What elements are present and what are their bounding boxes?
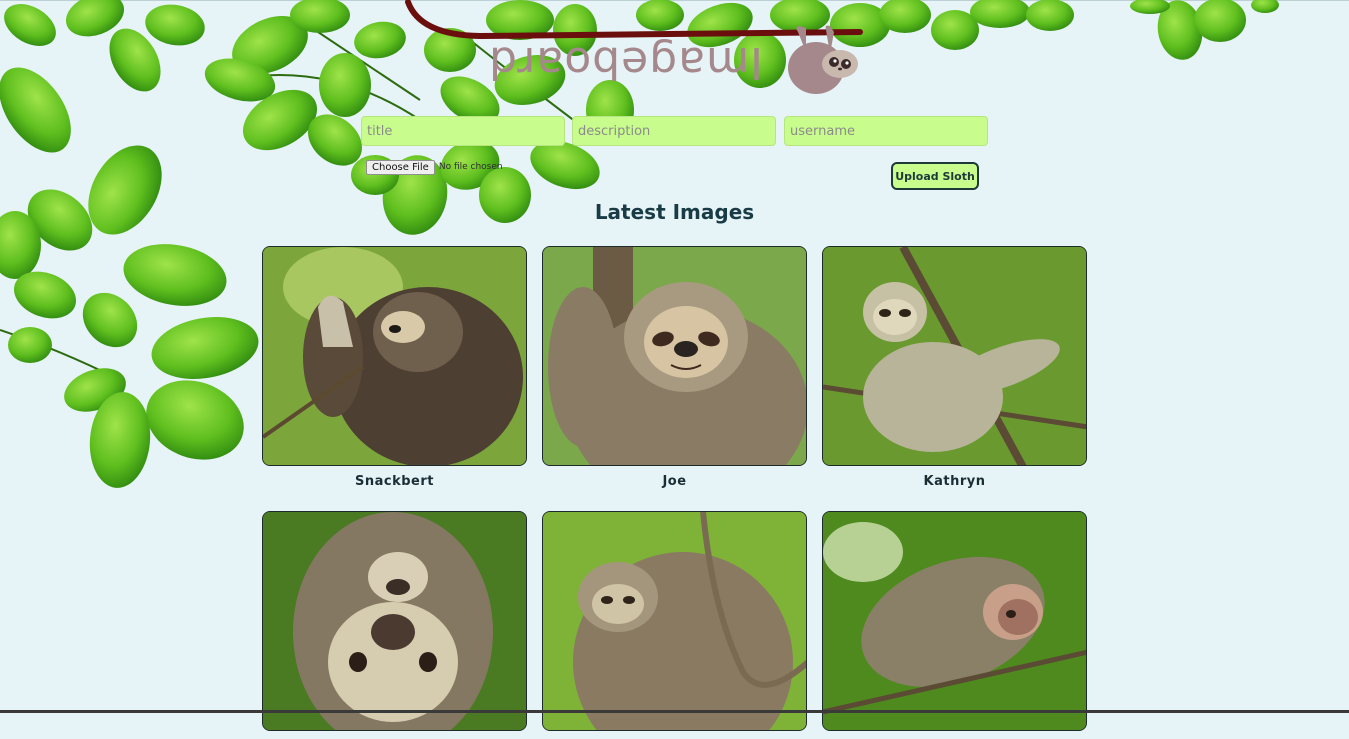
- sloth-photo[interactable]: [262, 511, 527, 731]
- sloth-photo[interactable]: [822, 246, 1087, 466]
- image-card[interactable]: [262, 511, 527, 739]
- image-title: Kathryn: [923, 474, 986, 489]
- image-card[interactable]: Joe: [542, 246, 807, 489]
- sloth-photo[interactable]: [262, 246, 527, 466]
- image-card[interactable]: [822, 511, 1087, 739]
- image-card[interactable]: Kathryn: [822, 246, 1087, 489]
- description-input[interactable]: [572, 116, 776, 146]
- sloth-photo[interactable]: [822, 511, 1087, 731]
- logo-text: Imageboard: [488, 37, 763, 88]
- choose-file-button[interactable]: Choose File: [366, 159, 435, 175]
- latest-images-heading: Latest Images: [594, 200, 755, 224]
- no-file-chosen-text: No file chosen: [438, 162, 503, 172]
- username-input[interactable]: [784, 116, 988, 146]
- sloth-photo[interactable]: [542, 511, 807, 731]
- upload-sloth-button[interactable]: Upload Sloth: [891, 162, 979, 190]
- sloth-photo[interactable]: [542, 246, 807, 466]
- site-logo[interactable]: Imageboard: [400, 0, 870, 100]
- image-card[interactable]: [542, 511, 807, 739]
- image-title: Snackbert: [355, 474, 434, 489]
- image-card[interactable]: Snackbert: [262, 246, 527, 489]
- image-title: Joe: [662, 474, 687, 489]
- file-input[interactable]: Choose File No file chosen: [366, 159, 503, 175]
- title-input[interactable]: [361, 116, 565, 146]
- sloth-logo-icon: [788, 25, 858, 94]
